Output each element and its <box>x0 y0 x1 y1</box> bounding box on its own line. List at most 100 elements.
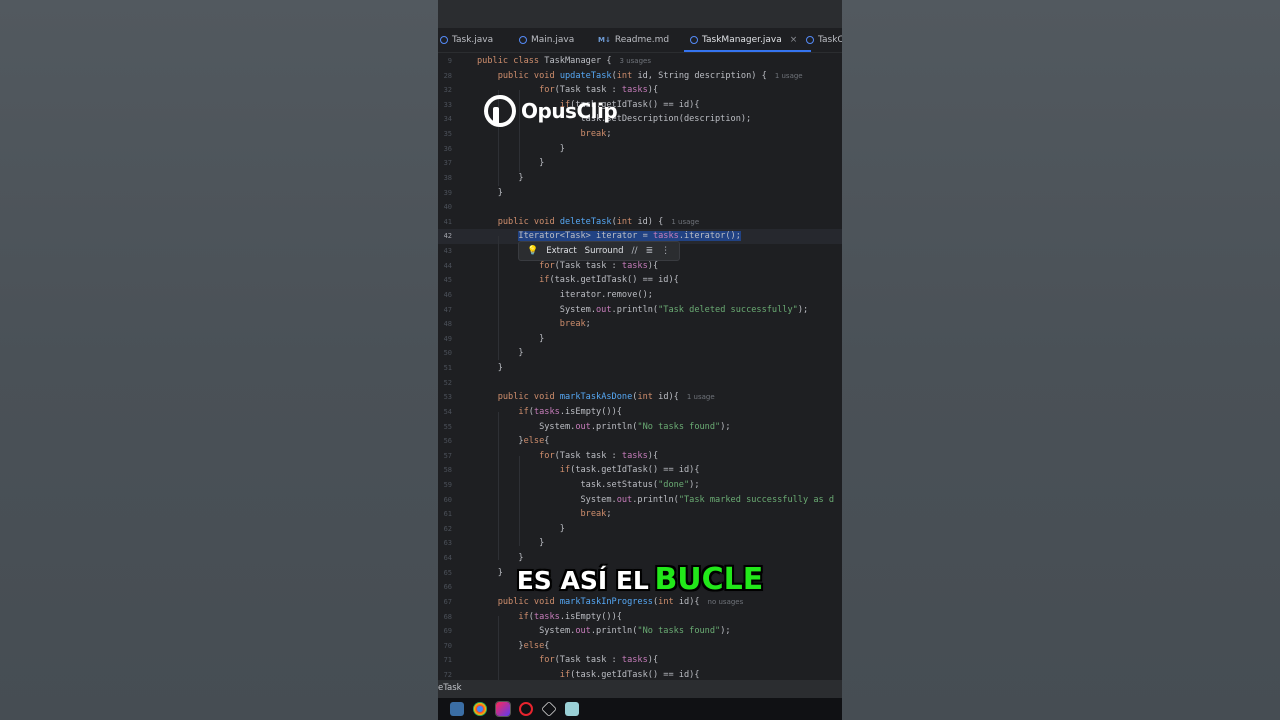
ide-title-bar <box>438 0 842 28</box>
line-number: 52 <box>443 378 452 387</box>
code-text: public void updateTask(int id, String de… <box>497 70 803 81</box>
line-number: 41 <box>443 217 452 226</box>
code-text: } <box>477 143 565 154</box>
tab-task-java[interactable]: Task.java <box>440 28 493 52</box>
code-line[interactable]: 28 public void updateTask(int id, String… <box>438 69 842 84</box>
opera-icon[interactable] <box>519 702 533 716</box>
code-text: } <box>477 363 503 374</box>
indent-guide <box>498 236 499 360</box>
blurred-background-left <box>0 0 438 720</box>
line-number: 59 <box>443 480 452 489</box>
notes-icon[interactable] <box>565 702 579 716</box>
opusclip-watermark: OpusClip <box>484 95 618 127</box>
comment-icon[interactable]: // <box>631 246 637 256</box>
tab-label: TaskC <box>818 35 842 45</box>
line-number: 38 <box>443 173 452 182</box>
code-line[interactable]: 40 <box>438 200 842 215</box>
line-number: 44 <box>443 261 452 270</box>
code-line[interactable]: 67 public void markTaskInProgress(int id… <box>438 595 842 610</box>
chrome-icon[interactable] <box>473 702 487 716</box>
video-caption: ES ASÍ EL BUCLE <box>0 562 1280 597</box>
line-number: 71 <box>443 656 452 665</box>
code-text: } <box>477 158 545 169</box>
code-text: System.out.println("Task marked successf… <box>477 494 835 505</box>
code-text: System.out.println("No tasks found"); <box>477 421 731 432</box>
extract-action[interactable]: Extract <box>546 246 576 256</box>
code-text: if(task.getIdTask() == id){ <box>539 275 679 286</box>
unity-icon[interactable] <box>541 701 557 717</box>
tab-label: Task.java <box>452 35 494 45</box>
java-class-icon <box>519 36 527 44</box>
line-number: 39 <box>443 188 452 197</box>
code-line[interactable]: 53 public void markTaskAsDone(int id){1 … <box>438 390 842 405</box>
lightbulb-icon[interactable]: 💡 <box>527 246 538 256</box>
line-number: 67 <box>443 597 452 606</box>
code-text: } <box>477 172 524 183</box>
indent-guide <box>498 412 499 560</box>
line-number: 63 <box>443 539 452 548</box>
line-number: 40 <box>443 203 452 212</box>
watermark-brand: OpusClip <box>521 99 618 123</box>
line-number: 62 <box>443 524 452 533</box>
line-number: 56 <box>443 437 452 446</box>
code-text: for(Task task : tasks){ <box>539 450 659 461</box>
line-number: 35 <box>443 130 452 139</box>
line-number: 28 <box>443 71 452 80</box>
line-number: 36 <box>443 144 452 153</box>
java-class-icon <box>806 36 814 44</box>
java-class-icon <box>440 36 448 44</box>
code-text: break; <box>559 319 591 330</box>
line-number: 34 <box>443 115 452 124</box>
line-number: 49 <box>443 334 452 343</box>
line-number: 68 <box>443 612 452 621</box>
line-number: 57 <box>443 451 452 460</box>
indent-guide <box>519 456 520 546</box>
code-line[interactable]: 51 } <box>438 361 842 376</box>
line-number: 58 <box>443 466 452 475</box>
code-text: if(task.getIdTask() == id){ <box>559 465 700 476</box>
markdown-icon: M↓ <box>598 36 611 44</box>
surround-action[interactable]: Surround <box>585 246 624 256</box>
format-icon[interactable]: ≣ <box>646 246 654 256</box>
code-text: } <box>477 333 545 344</box>
code-line[interactable]: 39 } <box>438 186 842 201</box>
java-class-icon <box>690 36 698 44</box>
line-number: 69 <box>443 627 452 636</box>
editor-tab-bar: Task.java Main.java M↓ Readme.md TaskMan… <box>438 28 842 53</box>
line-number: 48 <box>443 320 452 329</box>
code-text: System.out.println("Task deleted success… <box>477 304 809 315</box>
intellij-icon[interactable] <box>495 701 511 717</box>
code-text: } <box>477 523 565 534</box>
explorer-icon[interactable] <box>450 702 464 716</box>
code-line[interactable]: 9 public class TaskManager {3 usages <box>438 54 842 69</box>
line-number: 45 <box>443 276 452 285</box>
code-text: public void markTaskAsDone(int id){1 usa… <box>497 392 715 403</box>
line-number: 53 <box>443 393 452 402</box>
opusclip-logo-icon <box>484 95 516 127</box>
line-number: 51 <box>443 364 452 373</box>
os-taskbar <box>438 698 842 720</box>
code-line[interactable]: 52 <box>438 376 842 391</box>
code-text: } <box>477 538 545 549</box>
line-number: 42 <box>443 232 452 241</box>
line-number: 61 <box>443 510 452 519</box>
tab-label: Main.java <box>531 35 575 45</box>
line-number: 46 <box>443 290 452 299</box>
line-number: 47 <box>443 305 452 314</box>
tab-main-java[interactable]: Main.java <box>519 28 574 52</box>
code-line[interactable]: 41 public void deleteTask(int id) {1 usa… <box>438 215 842 230</box>
code-text: }else{ <box>477 640 550 651</box>
status-bar: eTask <box>438 680 842 698</box>
tab-readme-md[interactable]: M↓ Readme.md <box>598 28 669 52</box>
status-text: eTask <box>438 683 462 693</box>
tab-taskc-java[interactable]: TaskC <box>806 28 842 52</box>
line-number: 50 <box>443 349 452 358</box>
code-text: iterator.remove(); <box>477 289 653 300</box>
line-number: 55 <box>443 422 452 431</box>
close-tab-icon[interactable]: × <box>790 35 798 45</box>
tab-taskmanager-java[interactable]: TaskManager.java × <box>683 28 812 52</box>
more-options-icon[interactable]: ⋮ <box>661 246 670 256</box>
code-text: System.out.println("No tasks found"); <box>477 626 731 637</box>
tab-label: Readme.md <box>614 35 670 45</box>
caption-highlight-word: BUCLE <box>654 562 764 597</box>
